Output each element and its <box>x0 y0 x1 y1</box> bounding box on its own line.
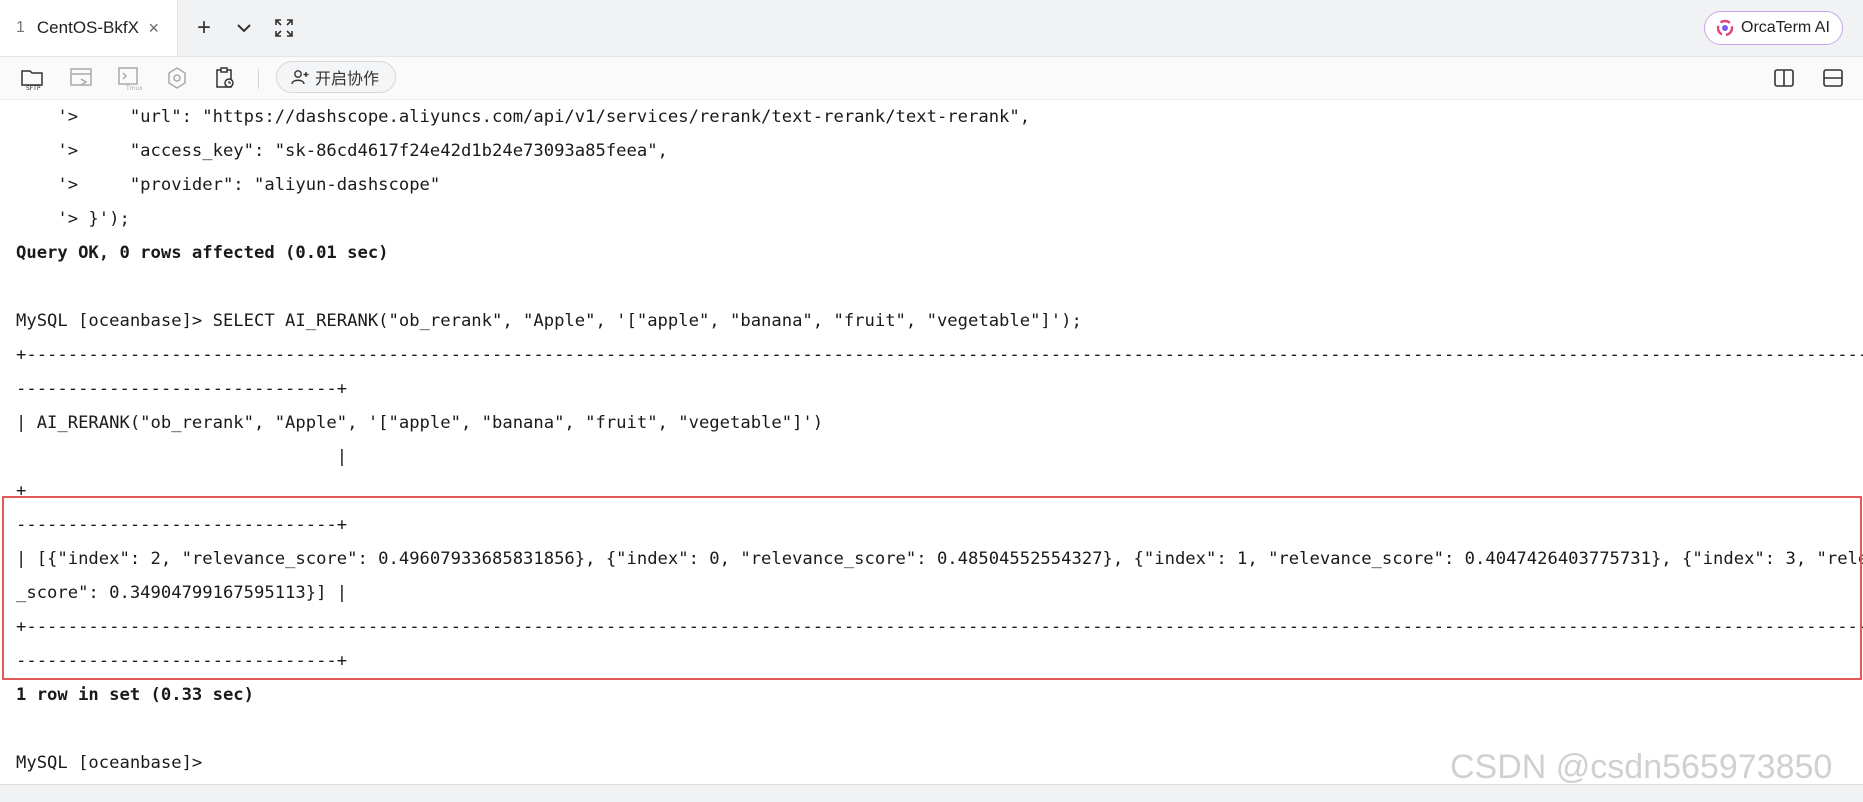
toolbar: SFTP Tmux 开启协作 <box>0 57 1863 100</box>
terminal-line: '> }'); <box>16 209 130 229</box>
clipboard-history-icon[interactable] <box>212 65 238 91</box>
orca-logo-icon <box>1716 19 1734 37</box>
terminal-line: +---------------------------------------… <box>16 345 1863 365</box>
toolbar-divider <box>258 69 259 89</box>
tab-bar: 1 CentOS-BkfX × + OrcaTerm AI <box>0 0 1863 57</box>
terminal-line: '> "access_key": "sk-86cd4617f24e42d1b24… <box>16 141 668 161</box>
terminal-line: '> "url": "https://dashscope.aliyuncs.co… <box>16 107 1031 127</box>
chevron-down-icon[interactable] <box>232 16 256 40</box>
tab-title: CentOS-BkfX <box>36 18 139 37</box>
tmux-icon[interactable]: Tmux <box>116 65 142 91</box>
collaboration-label: 开启协作 <box>315 71 380 88</box>
watermark: CSDN @csdn565973850 <box>1450 748 1833 786</box>
terminal-line: -------------------------------+ <box>16 651 348 671</box>
sftp-folder-icon[interactable]: SFTP <box>20 65 46 91</box>
tab-centos[interactable]: 1 CentOS-BkfX × <box>0 0 178 56</box>
terminal-line: MySQL [oceanbase]> SELECT AI_RERANK("ob_… <box>16 311 1082 331</box>
terminal-line: _score": 0.34904799167595113}] | <box>16 583 348 603</box>
add-tab-icon[interactable]: + <box>192 14 216 41</box>
svg-text:Tmux: Tmux <box>125 85 142 91</box>
orcaterm-ai-button[interactable]: OrcaTerm AI <box>1704 11 1843 45</box>
add-user-icon <box>291 70 309 85</box>
svg-text:SFTP: SFTP <box>26 85 41 91</box>
fullscreen-icon[interactable] <box>272 16 296 40</box>
hexagon-settings-icon[interactable] <box>164 65 190 91</box>
terminal-line: -------------------------------+ <box>16 515 348 535</box>
collaboration-button[interactable]: 开启协作 <box>276 61 396 93</box>
terminal-line: | <box>16 447 348 467</box>
split-horizontal-icon[interactable] <box>1820 65 1846 91</box>
terminal-line: | AI_RERANK("ob_rerank", "Apple", '["app… <box>16 413 824 433</box>
terminal-output[interactable]: '> "url": "https://dashscope.aliyuncs.co… <box>0 100 1863 784</box>
terminal-line: | [{"index": 2, "relevance_score": 0.496… <box>16 549 1863 569</box>
terminal-line: -------------------------------+ <box>16 379 348 399</box>
file-transfer-icon[interactable] <box>68 65 94 91</box>
split-vertical-icon[interactable] <box>1771 65 1797 91</box>
terminal-prompt: MySQL [oceanbase]> <box>16 753 203 773</box>
orca-label: OrcaTerm AI <box>1741 19 1830 36</box>
close-icon[interactable]: × <box>148 18 159 39</box>
terminal-line: 1 row in set (0.33 sec) <box>16 685 254 705</box>
terminal-line: + <box>16 481 27 501</box>
tab-index: 1 <box>16 19 25 36</box>
terminal-line: '> "provider": "aliyun-dashscope" <box>16 175 441 195</box>
terminal-line: Query OK, 0 rows affected (0.01 sec) <box>16 243 389 263</box>
terminal-line: +---------------------------------------… <box>16 617 1863 637</box>
